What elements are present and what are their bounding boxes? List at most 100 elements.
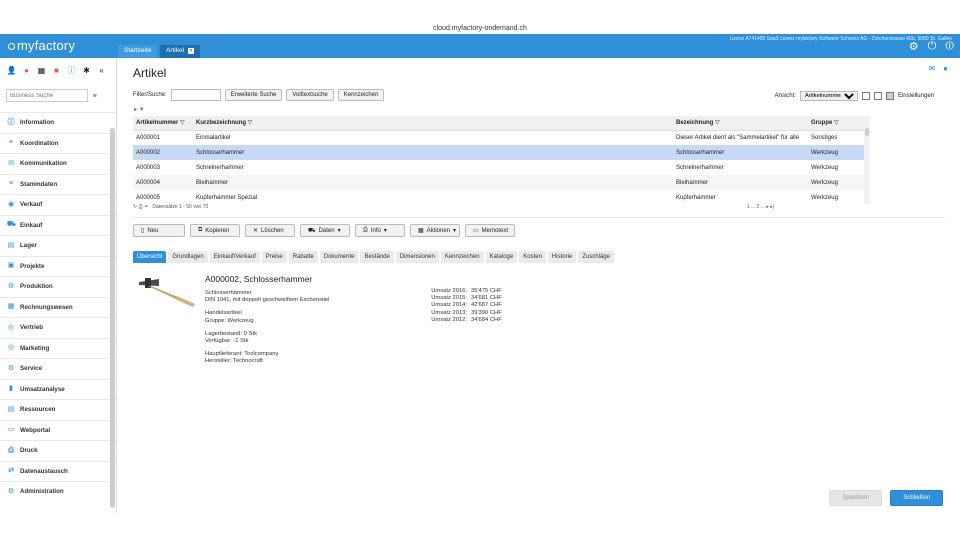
gear-icon[interactable]: ⚙	[909, 40, 919, 53]
table-row[interactable]: A000001 Einmalartikel Dieser Artikel die…	[133, 130, 864, 145]
tab-zuschlaege[interactable]: Zuschläge	[578, 251, 614, 263]
sidebar-item-service[interactable]: ⚙ Service	[0, 358, 116, 379]
power-icon[interactable]: ⏻	[928, 40, 937, 53]
table-row[interactable]: A000004 Bleihammer Bleihammer Werkzeug	[133, 175, 864, 190]
tab-dimensionen[interactable]: Dimensionen	[395, 251, 439, 263]
tasks-icon[interactable]: ■	[51, 65, 62, 76]
dropdown-icon: ▾	[337, 228, 341, 234]
collapse-icon[interactable]: «	[96, 65, 107, 76]
sidebar-item-lager[interactable]: ▤ Lager	[0, 235, 116, 256]
user-icon[interactable]: 👤	[6, 65, 17, 76]
cell-desc: Bleihammer	[673, 175, 808, 190]
filter-input[interactable]	[170, 89, 221, 101]
sidebar-item-vertrieb[interactable]: ◎ Vertrieb	[0, 317, 116, 338]
tab-uebersicht[interactable]: Übersicht	[133, 251, 167, 263]
sidebar-scrollbar[interactable]	[110, 128, 115, 508]
extended-search-button[interactable]: Erweiterte Suche	[224, 89, 283, 101]
copy-button[interactable]: ⧉ Kopieren	[190, 224, 240, 237]
tab-dokumente[interactable]: Dokumente	[319, 251, 359, 263]
sales-summary: Umsatz 2016: 35'475 CHF Umsatz 2015: 34'68…	[423, 288, 502, 324]
settings-link[interactable]: Einstellungen	[898, 93, 934, 99]
close-button[interactable]: Schließen	[890, 490, 943, 506]
col-bezeichnung[interactable]: Bezeichnung ▽	[673, 116, 808, 131]
col-artikelnummer[interactable]: Artikelnummer ▽	[133, 116, 193, 131]
new-button[interactable]: ▯ Neu	[133, 224, 185, 237]
actions-button[interactable]: ▦ Aktionen ▾	[410, 224, 460, 237]
sidebar-item-koordination[interactable]: ⚭ Koordination	[0, 132, 116, 154]
data-button[interactable]: ⛟ Daten ▾	[300, 224, 350, 237]
sidebar-item-druck[interactable]: ⎙ Druck	[0, 440, 116, 461]
sidebar-item-produktion[interactable]: ⚙ Produktion	[0, 276, 116, 297]
detail-line: Gruppe: Werkzeug	[205, 317, 254, 324]
print-icon[interactable]: ⎙	[139, 204, 143, 210]
tab-einkauf-verkauf[interactable]: Einkauf/Verkauf	[209, 251, 260, 263]
detail-view-icon[interactable]	[885, 92, 894, 100]
tab-grundlagen[interactable]: Grundlagen	[168, 251, 208, 263]
view-select[interactable]: Artikelnummer	[799, 91, 858, 101]
logout-icon[interactable]: ⏼	[945, 40, 954, 53]
detail-line: Verfügbar: -1 Stk	[205, 338, 249, 345]
link-icon[interactable]: ⚭	[144, 204, 148, 210]
tab-kennzeichen[interactable]: Kennzeichen	[440, 251, 484, 263]
help-icon[interactable]: ●	[943, 64, 948, 73]
sidebar-item-marketing[interactable]: ◎ Marketing	[0, 337, 116, 359]
pager[interactable]: 1 ... 2 ... ▸ ▸|	[747, 204, 774, 210]
notifications-icon[interactable]: ●	[21, 65, 32, 76]
close-tab-icon[interactable]: ✕	[187, 48, 194, 54]
grid-scrollbar[interactable]	[864, 116, 870, 204]
sidebar-item-ressourcen[interactable]: ▤ Ressourcen	[0, 399, 116, 420]
tab-rabatte[interactable]: Rabatte	[288, 251, 318, 263]
tab-bestaende[interactable]: Bestände	[360, 251, 394, 263]
cell-group: Werkzeug	[808, 145, 864, 160]
cell-nr: A000004	[133, 175, 193, 190]
tab-historie[interactable]: Historie	[547, 251, 577, 263]
resources-icon: ▤	[7, 405, 15, 413]
col-gruppe[interactable]: Gruppe ▽	[808, 116, 864, 131]
save-button[interactable]: Speichern	[829, 490, 883, 506]
table-row[interactable]: A000003 Schreinerhammer Schreinerhammer …	[133, 160, 864, 175]
delete-button[interactable]: ✕ Löschen	[245, 224, 295, 237]
star-icon[interactable]: ✱	[81, 65, 92, 76]
mail-icon[interactable]: ✉	[928, 64, 935, 73]
detail-line: Lagerbestand: 0 Stk	[205, 330, 257, 337]
tab-kosten[interactable]: Kosten	[519, 251, 546, 263]
tab-kataloge[interactable]: Kataloge	[485, 251, 518, 263]
sidebar-item-kommunikation[interactable]: ✉ Kommunikation	[0, 153, 116, 174]
tab-startseite[interactable]: Startseite	[118, 45, 158, 58]
sidebar-item-information[interactable]: ⓘ Information	[0, 112, 116, 133]
calendar-icon[interactable]: ▦	[36, 65, 47, 76]
article-table: Artikelnummer ▽ Kurzbezeichnung ▽ Bezeic…	[133, 116, 864, 205]
sidebar-item-administration[interactable]: ⚙ Administration	[0, 481, 116, 502]
cell-nr: A000002	[133, 145, 193, 160]
sidebar-item-datenaustausch[interactable]: ⇄ Datenaustausch	[0, 460, 116, 482]
grid-view-icon[interactable]	[873, 92, 882, 100]
filter-toggle-icon[interactable]: ▸ ▼	[134, 106, 145, 113]
sales-icon: ◉	[7, 200, 15, 208]
col-kurzbezeichnung[interactable]: Kurzbezeichnung ▽	[193, 116, 673, 131]
divider	[133, 217, 945, 218]
tab-artikel[interactable]: Artikel ✕	[160, 45, 200, 58]
tab-preise[interactable]: Preise	[261, 251, 287, 263]
memotext-button[interactable]: ▭ Memotext	[465, 224, 515, 237]
cell-group: Werkzeug	[811, 164, 838, 171]
info-button[interactable]: ⎙ Info ▾	[355, 224, 405, 237]
sidebar-item-stammdaten[interactable]: ≡ Stammdaten	[0, 173, 116, 195]
cell-desc: Schreinerhammer	[676, 164, 724, 171]
search-options-icon[interactable]: ⚭	[92, 92, 98, 100]
table-row[interactable]: A000005 Kupferhammer Spezial Kupferhamme…	[133, 190, 864, 205]
table-row[interactable]: A000002 Schlosserhammer Schlosserhammer …	[133, 145, 864, 160]
sidebar-item-rechnungswesen[interactable]: ▦ Rechnungswesen	[0, 296, 116, 318]
sidebar: 👤 ● ▦ ■ ⓘ ✱ « ⚭ ⓘInformation ⚭Koordinati…	[0, 58, 117, 513]
info-icon[interactable]: ⓘ	[66, 65, 77, 76]
sidebar-item-einkauf[interactable]: ⛟ Einkauf	[0, 214, 116, 236]
sidebar-item-verkauf[interactable]: ◉ Verkauf	[0, 194, 116, 215]
sidebar-item-projekte[interactable]: ▣ Projekte	[0, 255, 116, 277]
fulltext-search-button[interactable]: Volltextsuche	[286, 89, 334, 101]
business-search-input[interactable]	[6, 89, 88, 102]
refresh-icon[interactable]: ↻	[133, 204, 137, 210]
sidebar-item-webportal[interactable]: ▭ Webportal	[0, 419, 116, 441]
truck-icon: ⛟	[308, 227, 316, 234]
keywords-button[interactable]: Kennzeichen	[337, 89, 385, 101]
sidebar-item-umsatzanalyse[interactable]: ▮ Umsatzanalyse	[0, 378, 116, 400]
list-view-icon[interactable]	[861, 92, 870, 100]
